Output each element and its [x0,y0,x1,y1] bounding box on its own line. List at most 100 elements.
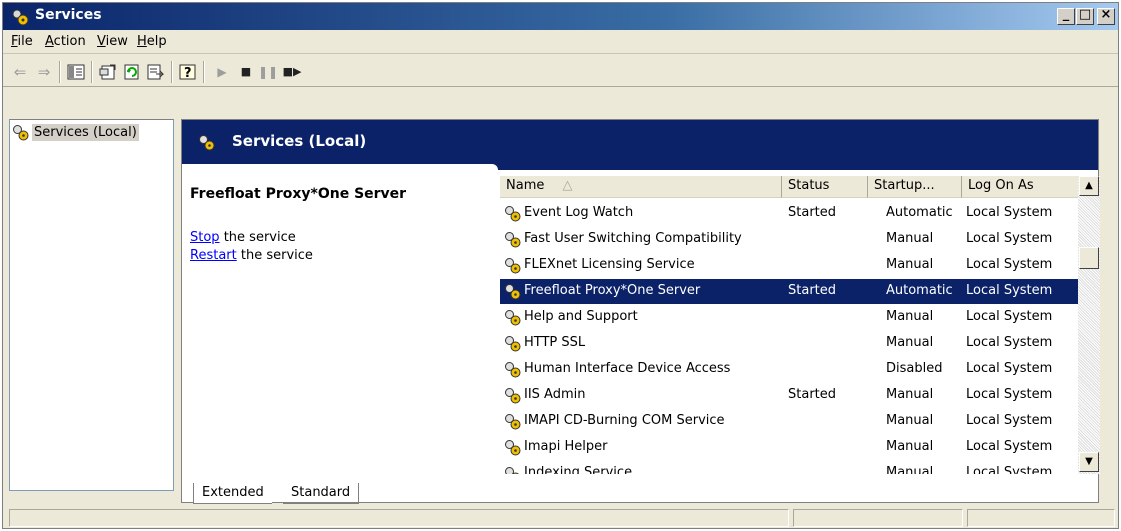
stop-suffix: the service [223,230,296,245]
service-name: Freefloat Proxy*One Server [524,283,701,298]
tab-standard[interactable]: Standard [283,483,360,504]
service-logon: Local System [966,231,1053,246]
toolbar-separator [203,61,205,83]
scroll-up-button[interactable]: ▲ [1079,176,1099,196]
menu-action[interactable]: Action [45,34,86,49]
service-startup: Manual [886,439,934,454]
maximize-button[interactable]: □ [1076,7,1094,25]
selected-service-name: Freefloat Proxy*One Server [190,186,407,202]
service-startup: Automatic [886,205,953,220]
list-item[interactable]: IIS Admin Started Manual Local System [500,383,1092,408]
close-button[interactable]: × [1097,7,1115,25]
restart-service-icon[interactable]: ■▶ [281,61,303,83]
pause-service-icon[interactable]: ❚❚ [257,61,279,83]
service-status: Started [788,205,837,220]
banner-title: Services (Local) [232,132,367,150]
status-panel-2 [793,509,963,527]
start-service-icon[interactable]: ▶ [211,61,233,83]
toolbar-separator [91,61,93,83]
tree-pane: Services (Local) [9,119,174,491]
service-startup: Manual [886,257,934,272]
export-list-icon[interactable] [145,61,167,83]
service-description: Freefloat Proxy*One Server Stop the serv… [190,186,490,263]
help-icon[interactable]: ? [177,61,199,83]
service-gear-icon [505,258,521,274]
service-logon: Local System [966,257,1053,272]
service-gear-icon [505,284,521,300]
status-bar [3,506,1118,528]
minimize-icon: _ [1062,7,1070,22]
service-name: HTTP SSL [524,335,586,350]
service-status: Started [788,283,837,298]
status-panel-main [9,509,789,527]
vertical-scrollbar[interactable]: ▲ ▼ [1078,176,1100,474]
column-header-name[interactable]: Name △ [500,176,782,198]
restart-suffix: the service [240,248,313,263]
list-item[interactable]: Human Interface Device Access Disabled Loc… [500,357,1092,382]
list-item-partial[interactable]: Indexing Service Manual Local System [500,466,1070,474]
details-pane: Services (Local) Freefloat Proxy*One Ser… [181,119,1100,503]
forward-arrow-icon[interactable]: ⇒ [33,61,55,83]
service-logon: Local System [966,205,1053,220]
list-item[interactable]: Imapi Helper Manual Local System [500,435,1092,460]
show-hide-tree-icon[interactable] [65,61,87,83]
service-gear-icon [505,206,521,222]
arrow-down-icon: ▼ [1085,456,1093,467]
service-startup: Manual [886,309,934,324]
service-logon: Local System [966,283,1053,298]
service-name: FLEXnet Licensing Service [524,257,695,272]
column-header-status[interactable]: Status [782,176,868,198]
services-list: Name △ Status Startup... Log On As Event… [500,176,1100,474]
list-item[interactable]: Help and Support Manual Local System [500,305,1092,330]
menu-help[interactable]: Help [137,34,167,49]
toolbar-separator [59,61,61,83]
refresh-icon[interactable] [121,61,143,83]
list-item[interactable]: HTTP SSL Manual Local System [500,331,1092,356]
list-item[interactable]: IMAPI CD-Burning COM Service Manual Local … [500,409,1092,434]
scroll-down-button[interactable]: ▼ [1079,452,1099,472]
view-tabs: Extended Standard [181,483,741,505]
service-startup: Manual [886,335,934,350]
list-item[interactable]: Freefloat Proxy*One Server Started Automat… [500,279,1092,304]
list-item[interactable]: FLEXnet Licensing Service Manual Local Sys… [500,253,1092,278]
column-name-label: Name [506,178,545,193]
service-name: IMAPI CD-Burning COM Service [524,413,725,428]
service-startup: Manual [886,466,934,474]
back-arrow-icon[interactable]: ⇐ [9,61,31,83]
service-gear-icon [505,414,521,430]
service-gear-icon [505,388,521,404]
service-logon: Local System [966,439,1053,454]
minimize-button[interactable]: _ [1057,7,1075,25]
stop-service-icon[interactable]: ■ [235,61,257,83]
list-item[interactable]: Fast User Switching Compatibility Manual L… [500,227,1092,252]
column-header-logon[interactable]: Log On As [962,176,1082,198]
service-gear-icon [505,336,521,352]
restart-line: Restart the service [190,248,313,263]
service-gear-icon [505,467,520,474]
service-startup: Disabled [886,361,943,376]
svg-text:?: ? [184,66,192,80]
service-startup: Automatic [886,283,953,298]
restart-link[interactable]: Restart [190,248,237,263]
tab-extended[interactable]: Extended [193,483,272,504]
services-gear-icon [199,135,215,151]
service-logon: Local System [966,335,1053,350]
status-panel-3 [967,509,1115,527]
toolbar: ⇐ ⇒ ? ▶ ■ ❚❚ ■▶ [3,55,1118,87]
title-bar[interactable]: Services _ □ × [3,3,1118,30]
service-gear-icon [505,362,521,378]
column-header-startup[interactable]: Startup... [868,176,962,198]
list-item[interactable]: Event Log Watch Started Automatic Local Sys… [500,201,1092,226]
service-status: Started [788,387,837,402]
menu-view[interactable]: View [97,34,128,49]
services-gear-icon [12,9,29,26]
properties-icon[interactable] [97,61,119,83]
scroll-thumb[interactable] [1079,247,1099,269]
service-name: Event Log Watch [524,205,634,220]
menu-file[interactable]: File [11,34,33,49]
service-name: Fast User Switching Compatibility [524,231,742,246]
stop-link[interactable]: Stop [190,230,220,245]
service-logon: Local System [966,466,1053,474]
toolbar-separator [171,61,173,83]
menu-bar: File Action View Help [3,30,1118,54]
